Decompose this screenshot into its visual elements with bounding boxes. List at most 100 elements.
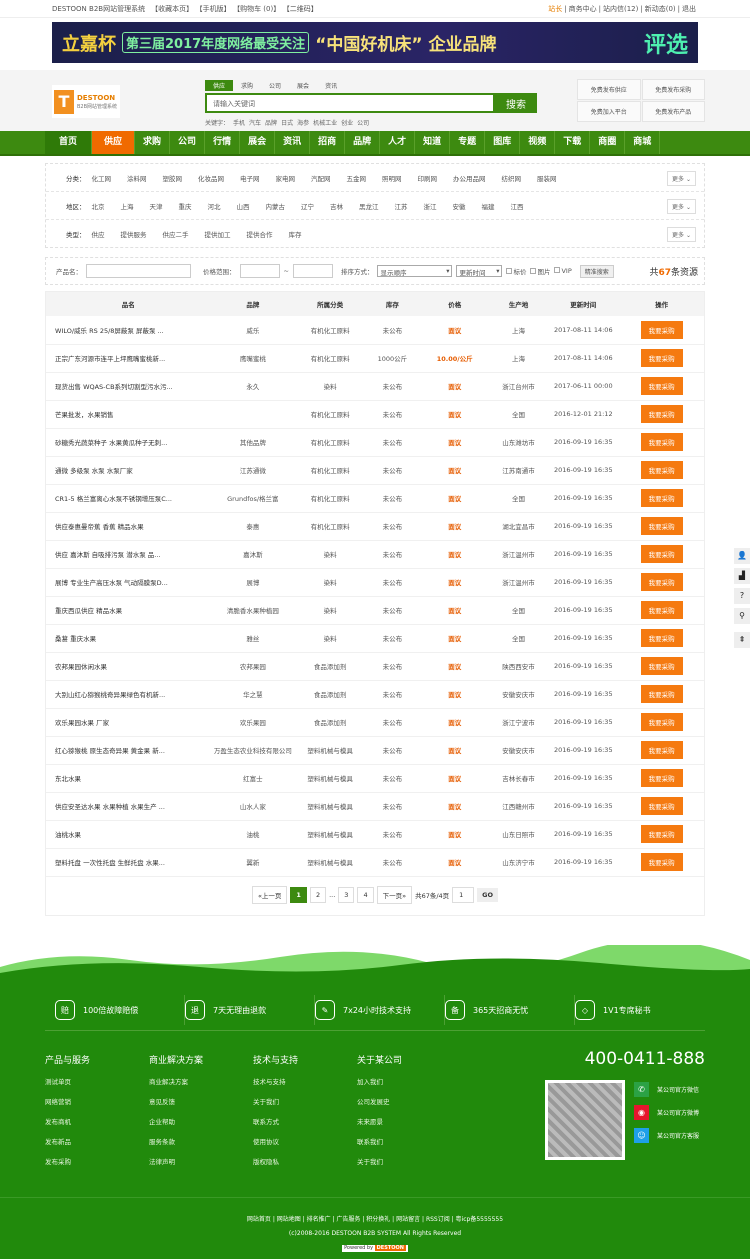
filter-option[interactable]: 纺织网 bbox=[502, 173, 522, 183]
buy-button[interactable]: 我要采购 bbox=[640, 797, 683, 815]
footer-link[interactable]: 商业解决方案 bbox=[149, 1076, 253, 1086]
product-name[interactable]: 现货出售 WQAS-CB系列切割型污水污... bbox=[46, 372, 211, 401]
footer-link[interactable]: 发布采购 bbox=[45, 1156, 149, 1166]
buy-button[interactable]: 我要采购 bbox=[640, 461, 683, 479]
back-to-top-icon[interactable]: ⇞ bbox=[734, 632, 750, 648]
nav-item[interactable]: 下载 bbox=[555, 131, 591, 154]
buy-button[interactable]: 我要采购 bbox=[640, 489, 683, 507]
buy-button[interactable]: 我要采购 bbox=[640, 629, 683, 647]
filter-option[interactable]: 福建 bbox=[482, 201, 495, 211]
nav-item[interactable]: 商城 bbox=[625, 131, 661, 154]
product-name[interactable]: CR1-5 格兰富离心水泵不锈钢增压泵C... bbox=[46, 484, 211, 513]
buy-button[interactable]: 我要采购 bbox=[640, 685, 683, 703]
nav-item[interactable]: 首页 bbox=[45, 131, 93, 154]
product-name[interactable]: 大别山红心猕猴桃奇异果绿色有机新... bbox=[46, 680, 211, 709]
location-icon[interactable]: ⚲ bbox=[734, 608, 750, 624]
top-link[interactable]: 【收藏本页】 bbox=[151, 5, 193, 13]
top-link[interactable]: DESTOON B2B网站管理系统 bbox=[52, 5, 145, 13]
filter-option[interactable]: 重庆 bbox=[179, 201, 192, 211]
nav-item[interactable]: 求购 bbox=[135, 131, 171, 154]
nav-item[interactable]: 知道 bbox=[415, 131, 451, 154]
footer-link[interactable]: 关于我们 bbox=[253, 1096, 357, 1106]
nav-item[interactable]: 图库 bbox=[485, 131, 521, 154]
filter-option[interactable]: 供应二手 bbox=[163, 229, 189, 239]
publish-button[interactable]: 免费加入平台 bbox=[577, 101, 641, 122]
filter-option[interactable]: 安徽 bbox=[453, 201, 466, 211]
footer-link[interactable]: 加入我们 bbox=[357, 1076, 461, 1086]
nav-item[interactable]: 人才 bbox=[380, 131, 416, 154]
user-icon[interactable]: 👤 bbox=[734, 548, 750, 564]
filter-option[interactable]: 库存 bbox=[289, 229, 302, 239]
buy-button[interactable]: 我要采购 bbox=[640, 769, 683, 787]
filter-option[interactable]: 家电网 bbox=[276, 173, 296, 183]
filter-option[interactable]: 黑龙江 bbox=[359, 201, 379, 211]
bottom-links[interactable]: 网站首页 | 网站地图 | 排名推广 | 广告服务 | 积分换礼 | 网站留言 … bbox=[0, 1213, 750, 1227]
search-tab[interactable]: 公司 bbox=[261, 80, 289, 91]
product-name[interactable]: 欢乐果园水果 厂家 bbox=[46, 708, 211, 737]
publish-button[interactable]: 免费发布采购 bbox=[641, 79, 705, 100]
page-number[interactable]: 1 bbox=[290, 887, 307, 903]
filter-option[interactable]: 塑胶网 bbox=[163, 173, 183, 183]
buy-button[interactable]: 我要采购 bbox=[640, 349, 683, 367]
product-name-input[interactable] bbox=[86, 264, 191, 278]
footer-link[interactable]: 网络营销 bbox=[45, 1096, 149, 1106]
filter-option[interactable]: 提供加工 bbox=[205, 229, 231, 239]
top-link[interactable]: 【手机版】 bbox=[199, 5, 231, 13]
qq-link[interactable]: ☺ 某公司官方客服 bbox=[634, 1128, 699, 1143]
buy-button[interactable]: 我要采购 bbox=[640, 377, 683, 395]
nav-item[interactable]: 专题 bbox=[450, 131, 486, 154]
buy-button[interactable]: 我要采购 bbox=[640, 741, 683, 759]
filter-option[interactable]: 印刷网 bbox=[418, 173, 438, 183]
filter-option[interactable]: 浙江 bbox=[424, 201, 437, 211]
product-name[interactable]: 塑料托盘 一次性托盘 生鲜托盘 水果... bbox=[46, 848, 211, 877]
keyword-link[interactable]: 公司 bbox=[357, 120, 369, 127]
order-select[interactable]: 更新时间 ▾ bbox=[456, 265, 503, 277]
filter-option[interactable]: 吉林 bbox=[330, 201, 343, 211]
more-button[interactable]: 更多 ⌄ bbox=[667, 227, 696, 242]
filter-option[interactable]: 五金网 bbox=[347, 173, 367, 183]
nav-item[interactable]: 供应 bbox=[92, 131, 136, 154]
publish-button[interactable]: 免费发布供应 bbox=[577, 79, 641, 100]
site-logo[interactable]: T DESTOON B2B网站管理系统 bbox=[52, 85, 120, 118]
buy-button[interactable]: 我要采购 bbox=[640, 320, 683, 339]
product-name[interactable]: 砂糖秀光蔬菜种子 水果黄瓜种子无刺... bbox=[46, 428, 211, 457]
search-tab[interactable]: 供应 bbox=[205, 80, 234, 91]
checkbox-vip[interactable]: VIP bbox=[554, 267, 572, 275]
footer-link[interactable]: 服务条款 bbox=[149, 1136, 253, 1146]
product-name[interactable]: 重庆西瓜供应 精品水果 bbox=[46, 596, 211, 625]
help-icon[interactable]: ? bbox=[734, 588, 750, 604]
buy-button[interactable]: 我要采购 bbox=[640, 825, 683, 843]
nav-item[interactable]: 视频 bbox=[520, 131, 556, 154]
buy-button[interactable]: 我要采购 bbox=[640, 517, 683, 535]
filter-option[interactable]: 内蒙古 bbox=[266, 201, 286, 211]
filter-option[interactable]: 上海 bbox=[121, 201, 134, 211]
footer-link[interactable]: 测试单页 bbox=[45, 1076, 149, 1086]
filter-option[interactable]: 化妆品网 bbox=[198, 173, 224, 183]
footer-link[interactable]: 意见反馈 bbox=[149, 1096, 253, 1106]
price-max-input[interactable] bbox=[292, 264, 333, 278]
filter-option[interactable]: 提供合作 bbox=[247, 229, 273, 239]
top-user-link[interactable]: 站内信(12) bbox=[603, 5, 638, 13]
footer-link[interactable]: 未来愿景 bbox=[357, 1116, 461, 1126]
search-tab[interactable]: 展会 bbox=[289, 80, 317, 91]
weibo-link[interactable]: ◉ 某公司官方微博 bbox=[634, 1105, 699, 1120]
filter-option[interactable]: 办公用品网 bbox=[453, 173, 486, 183]
footer-link[interactable]: 发布新品 bbox=[45, 1136, 149, 1146]
footer-link[interactable]: 使用协议 bbox=[253, 1136, 357, 1146]
filter-option[interactable]: 化工网 bbox=[92, 173, 112, 183]
keyword-link[interactable]: 机械工业 bbox=[313, 120, 337, 127]
filter-option[interactable]: 山西 bbox=[237, 201, 250, 211]
footer-link[interactable]: 关于我们 bbox=[357, 1156, 461, 1166]
keyword-link[interactable]: 日式 bbox=[281, 120, 293, 127]
chart-icon[interactable]: ▟ bbox=[734, 568, 750, 584]
nav-item[interactable]: 资讯 bbox=[275, 131, 311, 154]
filter-option[interactable]: 汽配网 bbox=[311, 173, 331, 183]
nav-item[interactable]: 展会 bbox=[240, 131, 276, 154]
product-name[interactable]: 供应泰惠曼帝蕉 香蕉 精品水果 bbox=[46, 512, 211, 541]
publish-button[interactable]: 免费发布产品 bbox=[641, 101, 705, 122]
keyword-link[interactable]: 品牌 bbox=[265, 120, 277, 127]
checkbox-image[interactable]: 图片 bbox=[530, 266, 550, 276]
search-tab[interactable]: 资讯 bbox=[317, 80, 345, 91]
product-name[interactable]: 供应 嘉沐斯 自吸排污泵 潜水泵 品... bbox=[46, 540, 211, 569]
filter-option[interactable]: 服装网 bbox=[537, 173, 557, 183]
